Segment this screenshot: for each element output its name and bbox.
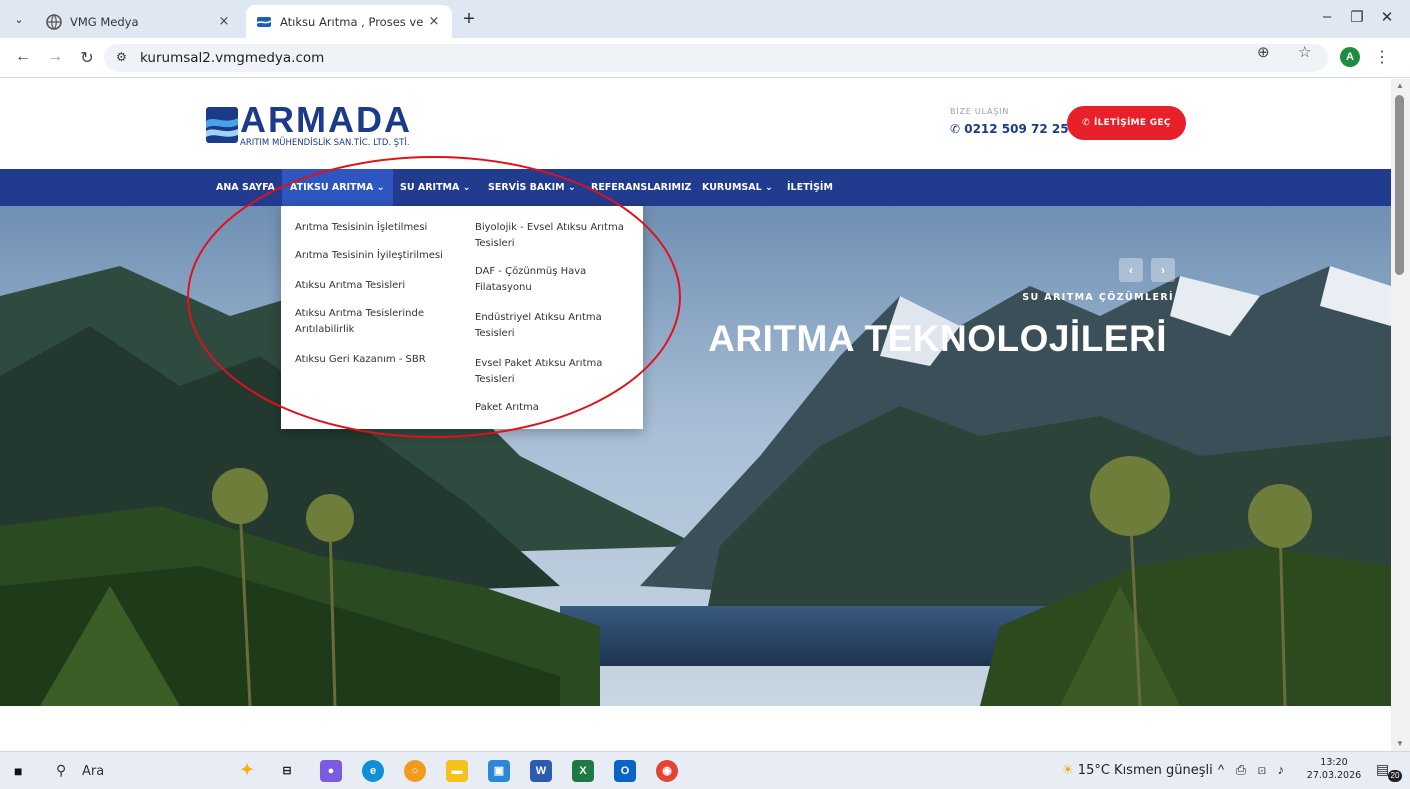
slider-next-button[interactable]: › — [1151, 258, 1175, 282]
firefox-icon[interactable]: ○ — [404, 760, 426, 782]
url-text[interactable]: kurumsal2.vmgmedya.com — [140, 50, 324, 66]
clock[interactable]: 13:20 27.03.2026 — [1306, 756, 1362, 782]
back-icon[interactable]: ← — [12, 48, 34, 66]
edge-browser-icon[interactable]: e — [362, 760, 384, 782]
dropdown-item[interactable]: Atıksu Geri Kazanım - SBR — [295, 352, 426, 368]
slider-prev-button[interactable]: ‹ — [1119, 258, 1143, 282]
weather-widget[interactable]: ☀ 15°C Kısmen güneşli — [1062, 763, 1213, 778]
phone-icon: ✆ — [950, 122, 965, 136]
new-tab-icon[interactable]: + — [458, 8, 480, 31]
dropdown-item-continued[interactable]: Arıtılabilirlik — [295, 322, 354, 338]
dropdown-item-continued[interactable]: Tesisleri — [475, 326, 515, 342]
zoom-icon[interactable]: ⊕ — [1257, 43, 1270, 61]
tab-atiksu-aritma[interactable]: Atıksu Arıtma , Proses ve İçme S × — [246, 5, 452, 38]
word-icon[interactable]: W — [530, 760, 552, 782]
tab-close-icon[interactable]: × — [426, 14, 442, 29]
tab-title: VMG Medya — [70, 14, 139, 29]
dropdown-item-continued[interactable]: Filatasyonu — [475, 280, 532, 296]
page-content-below-hero — [0, 706, 1391, 751]
hero-landscape-image — [0, 206, 1391, 706]
tab-title: Atıksu Arıtma , Proses ve İçme S — [280, 14, 426, 29]
nav-su-aritma[interactable]: SU ARITMA ⌄ — [394, 169, 477, 206]
dropdown-item[interactable]: Arıtma Tesisinin İşletilmesi — [295, 220, 427, 236]
logo-subtitle: ARITIM MÜHENDİSLİK SAN.TİC. LTD. ŞTİ. — [240, 138, 410, 148]
main-navigation: ANA SAYFA ATIKSU ARITMA ⌄ SU ARITMA ⌄ SE… — [0, 169, 1391, 206]
search-icon[interactable]: ⚲ — [56, 762, 66, 779]
cta-label: İLETİŞİME GEÇ — [1094, 118, 1171, 128]
omnibox[interactable]: ⚙ kurumsal2.vmgmedya.com — [104, 44, 1328, 72]
dropdown-item[interactable]: Evsel Paket Atıksu Arıtma — [475, 356, 602, 372]
atiksu-aritma-dropdown: Arıtma Tesisinin İşletilmesi Arıtma Tesi… — [281, 206, 643, 429]
dropdown-item[interactable]: Endüstriyel Atıksu Arıtma — [475, 310, 602, 326]
globe-icon — [46, 13, 62, 30]
nav-kurumsal[interactable]: KURUMSAL ⌄ — [696, 169, 779, 206]
nav-atiksu-aritma[interactable]: ATIKSU ARITMA ⌄ — [282, 169, 393, 206]
contact-cta-button[interactable]: ✆ İLETİŞİME GEÇ — [1067, 106, 1186, 140]
logo-mark-icon — [206, 107, 238, 143]
weather-text: 15°C Kısmen güneşli — [1077, 763, 1213, 778]
dropdown-item[interactable]: Paket Arıtma — [475, 400, 539, 416]
taskbar-search-label[interactable]: Ara — [82, 764, 104, 779]
phone-icon: ✆ — [1082, 118, 1090, 128]
notification-count-badge: 20 — [1388, 770, 1402, 782]
clock-date: 27.03.2026 — [1306, 770, 1362, 781]
copilot-sparkle-icon[interactable]: ✦ — [236, 760, 258, 782]
profile-avatar[interactable]: A — [1340, 47, 1360, 67]
tab-search-chevron-icon[interactable]: ⌄ — [8, 9, 30, 31]
phone-number: 0212 509 72 25 — [964, 122, 1069, 136]
bookmark-star-icon[interactable]: ☆ — [1298, 43, 1311, 61]
site-header: ARMADA ARITIM MÜHENDİSLİK SAN.TİC. LTD. … — [0, 79, 1391, 169]
weather-icon: ☀ — [1062, 763, 1078, 778]
contact-phone[interactable]: ✆ 0212 509 72 25 — [950, 122, 1069, 136]
task-view-icon[interactable]: ⊟ — [276, 760, 298, 782]
remote-desktop-icon[interactable]: ▣ — [488, 760, 510, 782]
dropdown-item-continued[interactable]: Tesisleri — [475, 236, 515, 252]
nav-servis-bakim[interactable]: SERVİS BAKIM ⌄ — [482, 169, 582, 206]
dropdown-item[interactable]: Atıksu Arıtma Tesislerinde — [295, 306, 424, 322]
hero-title: ARITMA TEKNOLOJİLERİ — [708, 318, 1167, 359]
dropdown-item[interactable]: Arıtma Tesisinin İyileştirilmesi — [295, 248, 443, 264]
scroll-up-arrow-icon[interactable]: ▲ — [1396, 81, 1404, 90]
copilot-app-icon[interactable]: ● — [320, 760, 342, 782]
browser-tab-bar: ⌄ VMG Medya × Atıksu Arıtma , Proses ve … — [0, 0, 1410, 38]
minimize-icon[interactable]: – — [1312, 8, 1342, 25]
site-settings-icon[interactable]: ⚙ — [116, 50, 127, 64]
browser-menu-icon[interactable]: ⋮ — [1374, 47, 1390, 67]
scroll-down-arrow-icon[interactable]: ▼ — [1396, 739, 1404, 748]
dropdown-item[interactable]: Biyolojik - Evsel Atıksu Arıtma — [475, 220, 624, 236]
tab-vmg-medya[interactable]: VMG Medya × — [36, 5, 242, 38]
hero-subtitle: SU ARITMA ÇÖZÜMLERİ — [1022, 292, 1174, 303]
window-close-icon[interactable]: ✕ — [1372, 8, 1402, 26]
nav-iletisim[interactable]: İLETİŞİM — [781, 169, 839, 206]
scrollbar-thumb[interactable] — [1395, 95, 1404, 275]
armada-favicon-icon — [256, 16, 272, 27]
tab-close-icon[interactable]: × — [216, 14, 232, 29]
file-explorer-icon[interactable]: ▬ — [446, 760, 468, 782]
reload-icon[interactable]: ↻ — [76, 48, 98, 68]
hero-slider: ‹ › SU ARITMA ÇÖZÜMLERİ ARITMA TEKNOLOJİ… — [0, 206, 1391, 706]
armada-logo[interactable]: ARMADA ARITIM MÜHENDİSLİK SAN.TİC. LTD. … — [206, 101, 446, 151]
address-bar: ← → ↻ ⚙ kurumsal2.vmgmedya.com ⊕ ☆ A ⋮ — [0, 38, 1410, 78]
logo-name: ARMADA — [240, 99, 412, 140]
windows-start-icon[interactable]: ■ — [14, 763, 22, 779]
dropdown-item[interactable]: DAF - Çözünmüş Hava — [475, 264, 586, 280]
dropdown-item[interactable]: Atıksu Arıtma Tesisleri — [295, 278, 405, 294]
chrome-icon[interactable]: ◉ — [656, 760, 678, 782]
page-viewport: ARMADA ARITIM MÜHENDİSLİK SAN.TİC. LTD. … — [0, 79, 1391, 751]
windows-taskbar: ■ ⚲ Ara ✦ ⊟ ● e ○ ▬ ▣ W X O ◉ ☀ 15°C Kıs… — [0, 751, 1410, 789]
excel-icon[interactable]: X — [572, 760, 594, 782]
page-scrollbar[interactable]: ▲ ▼ — [1391, 79, 1410, 751]
nav-ana-sayfa[interactable]: ANA SAYFA — [210, 169, 281, 206]
restore-icon[interactable]: ❐ — [1342, 8, 1372, 26]
dropdown-item-continued[interactable]: Tesisleri — [475, 372, 515, 388]
nav-referanslarimiz[interactable]: REFERANSLARIMIZ — [585, 169, 697, 206]
outlook-icon[interactable]: O — [614, 760, 636, 782]
forward-icon[interactable]: → — [44, 48, 66, 66]
contact-label: BİZE ULAŞIN — [950, 107, 1010, 116]
system-tray-icons[interactable]: ^ ⎙ ⊡ ♪ — [1218, 762, 1288, 778]
clock-time: 13:20 — [1320, 757, 1348, 768]
